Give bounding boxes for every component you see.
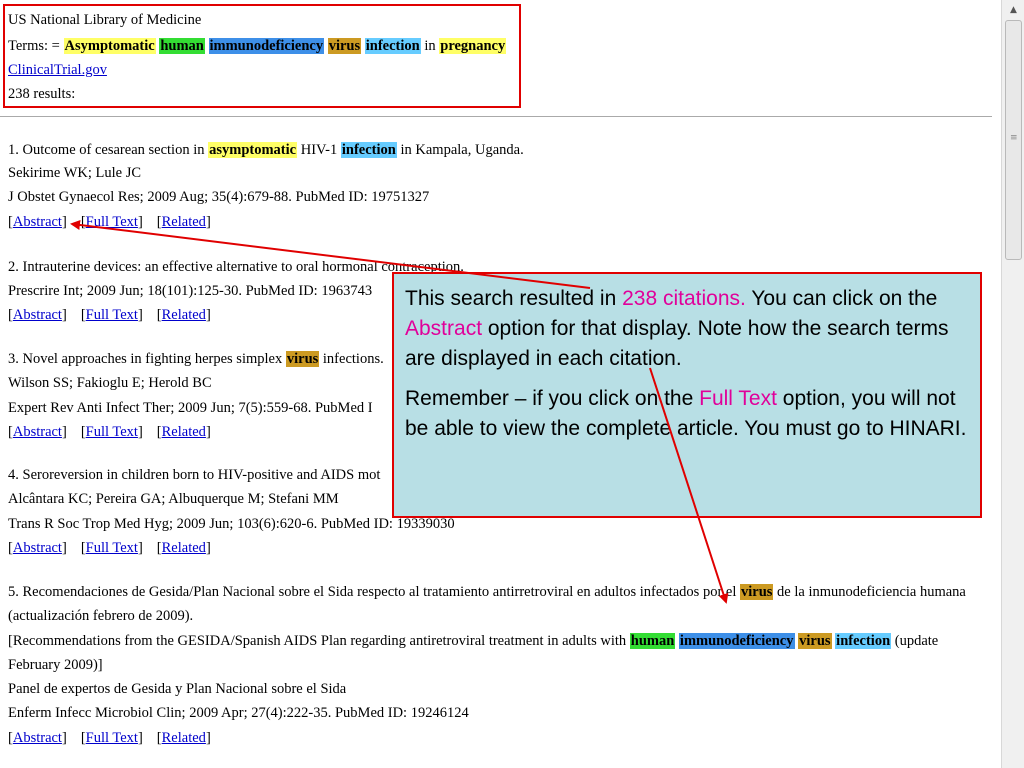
result-authors: Alcântara KC; Pereira GA; Albuquerque M;…	[8, 491, 339, 507]
related-link[interactable]: Related	[162, 424, 206, 440]
result-translation-continued: February 2009)]	[8, 657, 103, 673]
abstract-link[interactable]: Abstract	[13, 307, 62, 323]
scroll-up-arrow-icon[interactable]: ▲	[1002, 0, 1024, 20]
related-link[interactable]: Related	[162, 540, 206, 556]
result-links: [Abstract] [Full Text] [Related]	[8, 730, 211, 746]
result-links: [Abstract] [Full Text] [Related]	[8, 540, 211, 556]
result-translation: [Recommendations from the GESIDA/Spanish…	[8, 633, 939, 649]
callout-citation-count: 238 citations.	[622, 287, 746, 310]
abstract-link[interactable]: Abstract	[13, 730, 62, 746]
result-citation: Expert Rev Anti Infect Ther; 2009 Jun; 7…	[8, 400, 373, 416]
result-title: 3. Novel approaches in fighting herpes s…	[8, 351, 384, 367]
result-title: 1. Outcome of cesarean section in asympt…	[8, 142, 524, 158]
result-title-continued: (actualización febrero de 2009).	[8, 608, 194, 624]
library-name: US National Library of Medicine	[8, 12, 202, 28]
callout-paragraph-2: Remember – if you click on the Full Text…	[405, 387, 967, 440]
result-citation: J Obstet Gynaecol Res; 2009 Aug; 35(4):6…	[8, 189, 430, 205]
term-infection: infection	[364, 38, 421, 54]
result-links: [Abstract] [Full Text] [Related]	[8, 424, 211, 440]
full-text-link[interactable]: Full Text	[86, 307, 138, 323]
result-title: 4. Seroreversion in children born to HIV…	[8, 467, 381, 483]
abstract-link[interactable]: Abstract	[13, 214, 62, 230]
callout-abstract-word: Abstract	[405, 317, 483, 340]
scrollbar-grip-icon: ≡	[1010, 133, 1018, 143]
full-text-link[interactable]: Full Text	[86, 214, 138, 230]
term-asymptomatic: Asymptomatic	[63, 38, 156, 54]
full-text-link[interactable]: Full Text	[86, 730, 138, 746]
related-link[interactable]: Related	[162, 730, 206, 746]
related-link[interactable]: Related	[162, 307, 206, 323]
terms-prefix: Terms: =	[8, 38, 64, 54]
term-immunodeficiency: immunodeficiency	[208, 38, 325, 54]
term-pregnancy: pregnancy	[439, 38, 507, 54]
result-citation: Prescrire Int; 2009 Jun; 18(101):125-30.…	[8, 283, 373, 299]
full-text-link[interactable]: Full Text	[86, 424, 138, 440]
result-links: [Abstract] [Full Text] [Related]	[8, 214, 211, 230]
result-citation: Trans R Soc Trop Med Hyg; 2009 Jun; 103(…	[8, 516, 455, 532]
result-authors: Panel de expertos de Gesida y Plan Nacio…	[8, 681, 347, 697]
result-title: 5. Recomendaciones de Gesida/Plan Nacion…	[8, 584, 966, 600]
vertical-scrollbar[interactable]: ▲ ≡	[1001, 0, 1024, 768]
related-link[interactable]: Related	[162, 214, 206, 230]
abstract-link[interactable]: Abstract	[13, 424, 62, 440]
result-links: [Abstract] [Full Text] [Related]	[8, 307, 211, 323]
result-authors: Sekirime WK; Lule JC	[8, 165, 142, 181]
results-count: 238 results:	[8, 86, 76, 102]
term-in: in	[424, 38, 436, 54]
result-authors: Wilson SS; Fakioglu E; Herold BC	[8, 375, 212, 391]
result-citation: Enferm Infecc Microbiol Clin; 2009 Apr; …	[8, 705, 469, 721]
scrollbar-thumb[interactable]: ≡	[1005, 20, 1022, 260]
instruction-callout: This search resulted in 238 citations. Y…	[392, 272, 982, 518]
callout-full-text-word: Full Text	[699, 387, 777, 410]
search-terms-line: Terms: = Asymptomatic human immunodefici…	[8, 36, 507, 56]
header-divider	[0, 116, 992, 117]
abstract-link[interactable]: Abstract	[13, 540, 62, 556]
callout-paragraph-1: This search resulted in 238 citations. Y…	[405, 287, 949, 370]
term-human: human	[159, 38, 205, 54]
source-link[interactable]: ClinicalTrial.gov	[8, 62, 107, 78]
term-virus: virus	[327, 38, 362, 54]
full-text-link[interactable]: Full Text	[86, 540, 138, 556]
